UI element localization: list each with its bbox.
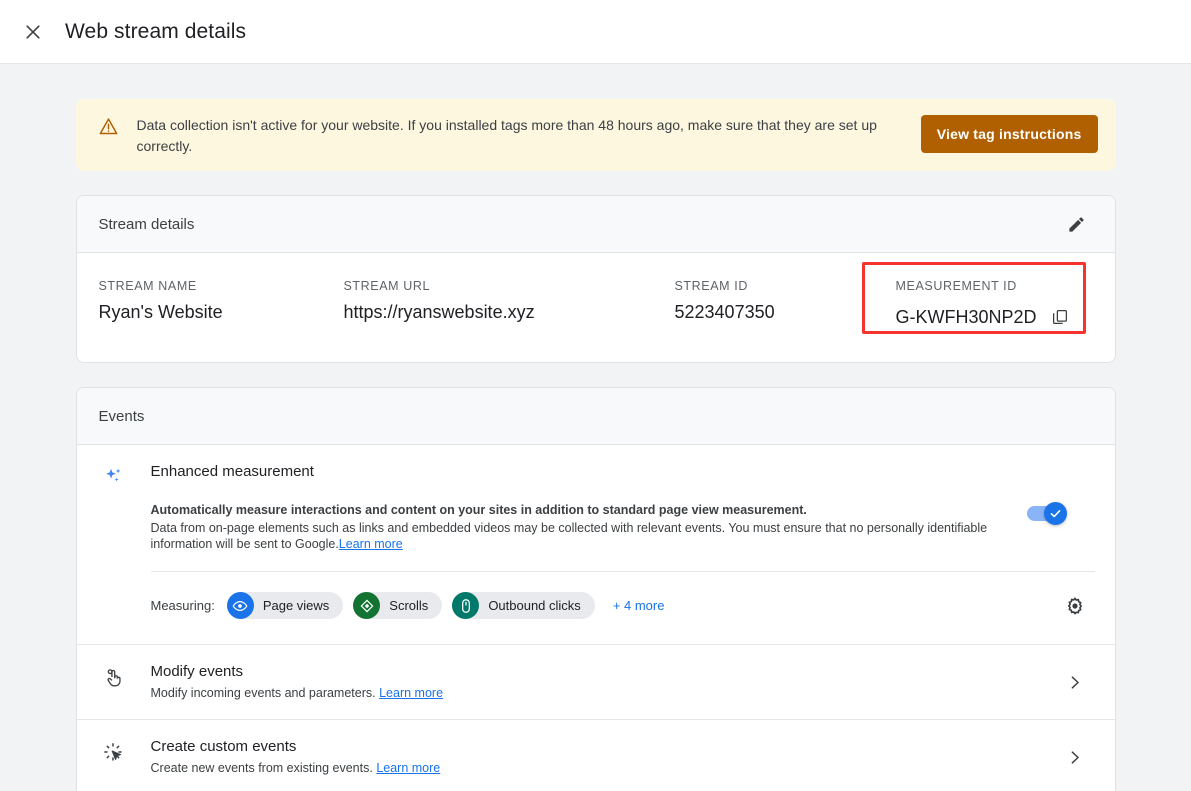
- modify-events-title: Modify events: [151, 663, 1055, 680]
- modify-events-row[interactable]: Modify events Modify incoming events and…: [77, 645, 1115, 720]
- enhanced-measurement-title: Enhanced measurement: [151, 463, 1095, 480]
- modify-events-subtitle-text: Modify incoming events and parameters.: [151, 686, 376, 700]
- measuring-label: Measuring:: [151, 598, 215, 613]
- view-tag-instructions-button[interactable]: View tag instructions: [921, 115, 1098, 153]
- measurement-id-label: MEASUREMENT ID: [896, 279, 1116, 293]
- stream-details-title: Stream details: [99, 216, 1059, 233]
- create-custom-events-subtitle-text: Create new events from existing events.: [151, 761, 373, 775]
- ads-click-icon: [99, 738, 129, 763]
- stream-url-label: STREAM URL: [344, 279, 675, 293]
- page-title: Web stream details: [65, 20, 246, 44]
- em-description-bold: Automatically measure interactions and c…: [151, 502, 1001, 519]
- chip-page-views[interactable]: Page views: [227, 592, 343, 619]
- mouse-icon: [452, 592, 479, 619]
- diamond-icon: [353, 592, 380, 619]
- check-icon: [1044, 502, 1067, 525]
- content-scroll-area: Data collection isn't active for your we…: [0, 64, 1191, 791]
- chevron-right-icon[interactable]: [1055, 749, 1095, 766]
- content-wrapper: Data collection isn't active for your we…: [76, 64, 1116, 791]
- create-custom-events-subtitle: Create new events from existing events. …: [151, 759, 1055, 778]
- more-measurements-link[interactable]: + 4 more: [613, 598, 665, 613]
- em-learn-more-link[interactable]: Learn more: [339, 537, 403, 551]
- warning-triangle-icon: [98, 116, 119, 142]
- chip-scrolls[interactable]: Scrolls: [353, 592, 442, 619]
- em-description-rest-text: Data from on-page elements such as links…: [151, 521, 988, 552]
- stream-url-field: STREAM URL https://ryanswebsite.xyz: [344, 279, 675, 332]
- enhanced-measurement-toggle-wrap: [1001, 502, 1067, 521]
- chip-outbound-clicks[interactable]: Outbound clicks: [452, 592, 595, 619]
- touch-hand-icon: [99, 663, 129, 688]
- copy-icon[interactable]: [1045, 302, 1075, 332]
- measuring-row: Measuring: Page views: [151, 572, 1095, 630]
- stream-name-value: Ryan's Website: [99, 302, 344, 323]
- chip-outbound-clicks-label: Outbound clicks: [488, 598, 581, 613]
- measurement-id-field: MEASUREMENT ID G-KWFH30NP2D: [896, 279, 1116, 332]
- data-collection-warning-banner: Data collection isn't active for your we…: [76, 99, 1116, 171]
- enhanced-measurement-description-row: Automatically measure interactions and c…: [151, 502, 1095, 553]
- stream-details-header: Stream details: [77, 196, 1115, 253]
- create-custom-events-learn-more-link[interactable]: Learn more: [376, 761, 440, 775]
- close-icon[interactable]: [14, 13, 52, 51]
- measurement-id-value-row: G-KWFH30NP2D: [896, 302, 1116, 332]
- stream-url-value: https://ryanswebsite.xyz: [344, 302, 675, 323]
- events-header: Events: [77, 388, 1115, 445]
- stream-name-field: STREAM NAME Ryan's Website: [99, 279, 344, 332]
- stream-id-field: STREAM ID 5223407350: [675, 279, 896, 332]
- enhanced-measurement-description: Automatically measure interactions and c…: [151, 502, 1001, 553]
- stream-id-label: STREAM ID: [675, 279, 896, 293]
- modify-events-subtitle: Modify incoming events and parameters. L…: [151, 684, 1055, 703]
- chevron-right-icon[interactable]: [1055, 674, 1095, 691]
- modify-events-learn-more-link[interactable]: Learn more: [379, 686, 443, 700]
- top-app-bar: Web stream details: [0, 0, 1191, 64]
- stream-id-value: 5223407350: [675, 302, 896, 323]
- measurement-id-value: G-KWFH30NP2D: [896, 307, 1037, 328]
- events-card: Events Enhanced measurement Automaticall: [76, 387, 1116, 791]
- stream-details-fields: STREAM NAME Ryan's Website STREAM URL ht…: [77, 253, 1115, 362]
- eye-icon: [227, 592, 254, 619]
- stream-name-label: STREAM NAME: [99, 279, 344, 293]
- gear-icon[interactable]: [1057, 588, 1093, 624]
- pencil-edit-icon[interactable]: [1059, 206, 1095, 242]
- chip-page-views-label: Page views: [263, 598, 329, 613]
- enhanced-measurement-body: Enhanced measurement Automatically measu…: [129, 463, 1095, 644]
- modify-events-body: Modify events Modify incoming events and…: [129, 663, 1055, 703]
- enhanced-measurement-settings-wrap: [1057, 588, 1095, 624]
- create-custom-events-body: Create custom events Create new events f…: [129, 738, 1055, 778]
- sparkle-icon: [99, 463, 129, 644]
- create-custom-events-row[interactable]: Create custom events Create new events f…: [77, 720, 1115, 791]
- enhanced-measurement-row: Enhanced measurement Automatically measu…: [77, 445, 1115, 645]
- events-title: Events: [99, 408, 1095, 425]
- chip-scrolls-label: Scrolls: [389, 598, 428, 613]
- em-description-rest: Data from on-page elements such as links…: [151, 520, 1001, 553]
- banner-message: Data collection isn't active for your we…: [137, 113, 903, 157]
- enhanced-measurement-toggle[interactable]: [1027, 506, 1063, 521]
- stream-details-card: Stream details STREAM NAME Ryan's Websit…: [76, 195, 1116, 363]
- create-custom-events-title: Create custom events: [151, 738, 1055, 755]
